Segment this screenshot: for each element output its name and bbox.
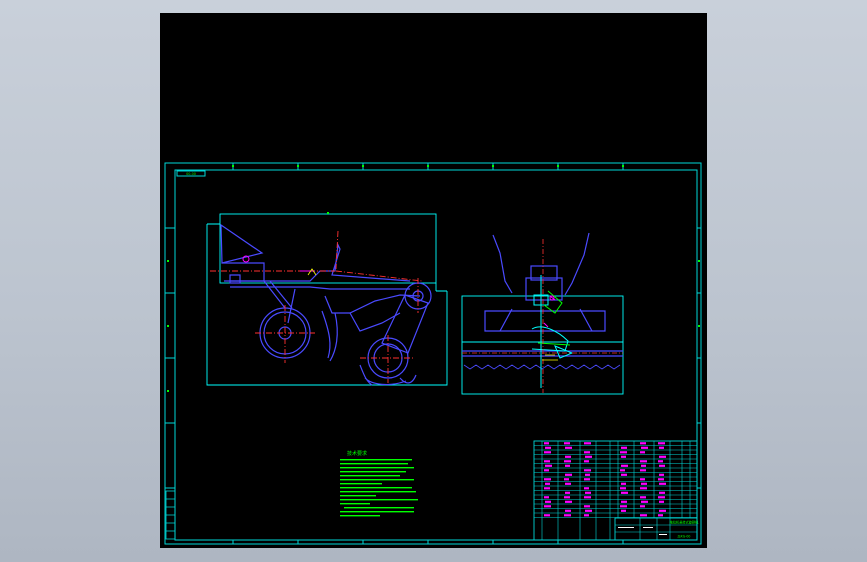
parts-list-entry-mark — [658, 496, 665, 499]
side-view — [206, 212, 448, 386]
parts-list-entry-mark — [640, 442, 646, 445]
parts-list-entry-mark — [640, 478, 645, 481]
parts-list-entry-mark — [621, 446, 627, 449]
parts-list-entry-mark — [641, 482, 647, 485]
technical-notes: 技术要求 — [340, 450, 418, 517]
parts-list-entry-mark — [658, 478, 664, 481]
parts-list-entry-mark — [584, 469, 591, 472]
parts-list-entry-mark — [658, 460, 663, 463]
parts-list-entry-mark — [564, 478, 569, 481]
parts-list-entry-mark — [621, 500, 627, 503]
parts-list-entry-mark — [640, 451, 645, 454]
parts-list-entry-mark — [659, 491, 665, 494]
parts-list-entry-mark — [545, 446, 551, 449]
parts-list-entry-mark — [585, 473, 590, 476]
rear-view — [461, 232, 624, 395]
parts-list-entry-mark — [565, 491, 570, 494]
parts-list-entry-mark — [584, 496, 591, 499]
parts-list-entry-mark — [640, 487, 647, 490]
parts-list-entry-mark — [658, 514, 663, 517]
parts-list-entry-mark — [659, 509, 666, 512]
parts-list-entry-mark — [584, 478, 590, 481]
parts-list-entry-mark — [659, 446, 664, 449]
sheet-frame — [164, 162, 702, 545]
zone-marks — [167, 165, 700, 392]
title-block: 拖拉机悬挂式旋耕机 JSXG-00 — [614, 517, 699, 541]
parts-list-entry-mark — [640, 469, 646, 472]
parts-list-entry-mark — [544, 505, 551, 508]
parts-list-entry-mark — [585, 509, 592, 512]
drawing-number: JSXG-00 — [677, 535, 691, 539]
parts-list-entry-mark — [659, 500, 664, 503]
parts-list-entry-mark — [584, 487, 589, 490]
parts-list-entry-mark — [621, 455, 626, 458]
parts-list-entry-mark — [621, 482, 626, 485]
parts-list-entry-mark — [564, 460, 571, 463]
parts-list-entry-mark — [621, 491, 628, 494]
parts-list-entry-mark — [584, 505, 590, 508]
title-stamp: 拖拉机悬挂式旋耕机 — [670, 520, 699, 525]
parts-list-entry-mark — [544, 451, 551, 454]
parts-list-entry-mark — [565, 509, 571, 512]
parts-list-entry-mark — [565, 473, 572, 476]
parts-list-entry-mark — [585, 491, 591, 494]
parts-list-entry-mark — [584, 451, 590, 454]
parts-list-entry-mark — [620, 451, 627, 454]
parts-list-entry-mark — [641, 500, 648, 503]
parts-list-entry-mark — [621, 509, 626, 512]
left-margin-table — [165, 490, 176, 540]
parts-list-entry-mark — [659, 455, 666, 458]
parts-list-entry-mark — [564, 496, 570, 499]
parts-list-entry-mark — [545, 482, 550, 485]
parts-list-entry-mark — [564, 442, 570, 445]
parts-list-entry-mark — [544, 460, 550, 463]
parts-list-entry-mark — [640, 514, 647, 517]
parts-list-entry-mark — [584, 442, 591, 445]
parts-list-entry-mark — [544, 478, 551, 481]
parts-list-entry-mark — [565, 500, 572, 503]
parts-list-entry-mark — [620, 469, 625, 472]
parts-list-entry-mark — [584, 460, 589, 463]
parts-list-entry-mark — [565, 482, 571, 485]
parts-list-entry-mark — [659, 482, 666, 485]
parts-list-entry-mark — [544, 496, 549, 499]
parts-list-entry-mark — [545, 500, 551, 503]
parts-list-entry-mark — [621, 464, 628, 467]
parts-list-entry-mark — [641, 446, 648, 449]
parts-list-entry-mark — [544, 469, 549, 472]
parts-list-entry-mark — [620, 487, 626, 490]
parts-list-entry-mark — [658, 442, 665, 445]
rear-tines — [463, 364, 621, 370]
parts-list-entry-mark — [565, 455, 571, 458]
parts-list-entry-mark — [565, 464, 570, 467]
parts-list-entry-mark — [640, 496, 646, 499]
parts-list-entry-mark — [640, 505, 645, 508]
cad-drawing: 00-00 技术要求 拖拉机悬挂式旋耕机 JSXG-00 — [164, 162, 702, 545]
parts-list-entry-mark — [659, 464, 665, 467]
parts-list-entry-mark — [641, 464, 646, 467]
parts-list-entry-mark — [544, 514, 550, 517]
sheet-tag-text: 00-00 — [186, 172, 196, 176]
notes-title: 技术要求 — [347, 450, 367, 457]
parts-list-entry-mark — [544, 487, 550, 490]
parts-list-entry-mark — [564, 514, 571, 517]
parts-list-entry-mark — [621, 473, 627, 476]
parts-list-entry-mark — [545, 464, 552, 467]
parts-list-entry-mark — [640, 460, 647, 463]
parts-list-entry-mark — [544, 442, 549, 445]
parts-list-entry-mark — [585, 455, 592, 458]
parts-list-entry-mark — [565, 446, 572, 449]
parts-list-entry-mark — [620, 505, 627, 508]
cad-viewport[interactable]: 00-00 技术要求 拖拉机悬挂式旋耕机 JSXG-00 — [160, 13, 707, 548]
sheet-tag-box: 00-00 — [176, 170, 206, 177]
parts-list-entry-mark — [659, 473, 664, 476]
parts-list-entry-mark — [584, 514, 589, 517]
